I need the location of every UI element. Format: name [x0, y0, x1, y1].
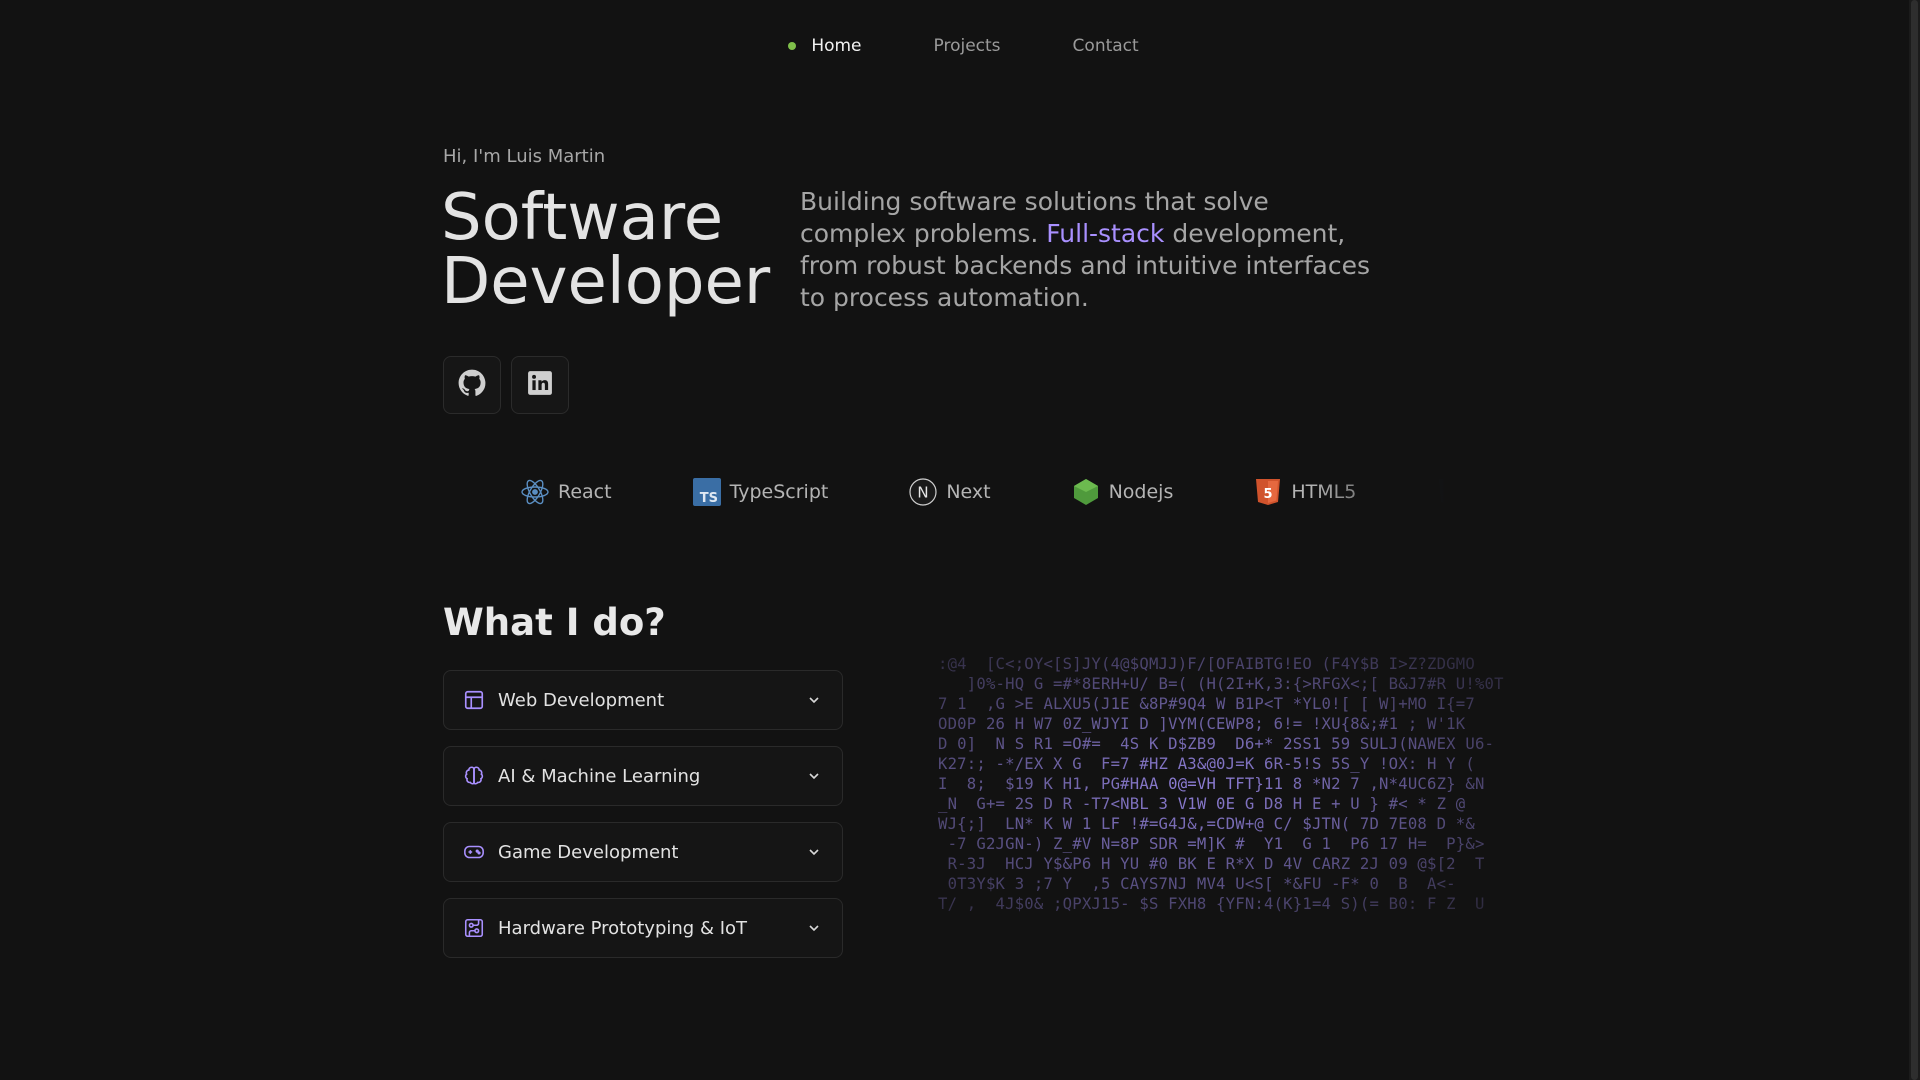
nav-contact-label: Contact: [1072, 36, 1139, 56]
tech-stack-carousel: React TS TypeScript N Next Nodejs 5 HTML…: [520, 472, 1470, 512]
svg-text:5: 5: [1264, 487, 1273, 502]
chevron-down-icon[interactable]: [804, 918, 824, 938]
tech-label: Nodejs: [1108, 481, 1174, 503]
nav-items: Home Projects Contact: [788, 36, 1139, 56]
tech-label: Next: [946, 481, 991, 503]
accordion-item-game-development[interactable]: Game Development: [443, 822, 843, 882]
brain-icon: [462, 764, 486, 788]
accordion-label: AI & Machine Learning: [498, 765, 701, 787]
tech-item-nodejs: Nodejs: [1071, 472, 1174, 512]
title-line-2: Developer: [441, 245, 771, 319]
gamepad-icon: [462, 840, 486, 864]
github-icon: [458, 369, 486, 401]
tech-label: TypeScript: [729, 481, 829, 503]
chevron-down-icon[interactable]: [804, 766, 824, 786]
chevron-down-icon[interactable]: [804, 690, 824, 710]
svg-text:N: N: [918, 484, 929, 502]
nav-home[interactable]: Home: [788, 36, 862, 56]
tech-item-typescript: TS TypeScript: [692, 472, 829, 512]
github-button[interactable]: [443, 356, 501, 414]
nav-contact[interactable]: Contact: [1073, 36, 1139, 56]
accordion-item-ai-ml[interactable]: AI & Machine Learning: [443, 746, 843, 806]
active-indicator-dot: [788, 42, 797, 50]
svg-text:TS: TS: [699, 491, 717, 506]
section-title: What I do?: [443, 601, 666, 644]
accordion-item-hardware-iot[interactable]: Hardware Prototyping & IoT: [443, 898, 843, 958]
circuit-board-icon: [462, 916, 486, 940]
nav-projects[interactable]: Projects: [934, 36, 1001, 56]
accordion-item-web-development[interactable]: Web Development: [443, 670, 843, 730]
scrollbar[interactable]: [1909, 0, 1920, 1080]
greeting: Hi, I'm Luis Martin: [443, 146, 606, 167]
carousel-fade-overlay: [1310, 472, 1470, 512]
nodejs-icon: [1071, 477, 1101, 507]
ascii-animation: :@4 [C<;OY<[S]JY(4@$QMJJ)F/[OFAIBTG!EO (…: [938, 654, 1508, 919]
accordion-label: Game Development: [498, 841, 679, 863]
nav-projects-label: Projects: [933, 36, 1001, 56]
nextjs-icon: N: [908, 477, 938, 507]
tagline-highlight: Full-stack: [1046, 219, 1165, 248]
typescript-icon: TS: [692, 477, 722, 507]
linkedin-button[interactable]: [511, 356, 569, 414]
html5-icon: 5: [1253, 477, 1283, 507]
ascii-text: :@4 [C<;OY<[S]JY(4@$QMJJ)F/[OFAIBTG!EO (…: [938, 655, 1504, 913]
tech-item-next: N Next: [908, 472, 991, 512]
linkedin-icon: [527, 370, 553, 400]
hero-tagline: Building software solutions that solve c…: [800, 186, 1380, 314]
social-links: [443, 356, 569, 414]
accordion-label: Web Development: [498, 689, 665, 711]
tech-item-react: React: [520, 472, 612, 512]
nav-home-label: Home: [811, 36, 862, 56]
accordion-label: Hardware Prototyping & IoT: [498, 917, 748, 939]
scrollbar-thumb[interactable]: [1911, 0, 1918, 1080]
top-nav: Home Projects Contact: [0, 36, 1909, 56]
services-accordion: Web Development AI & Machine Learning Ga…: [443, 670, 843, 974]
layout-icon: [462, 688, 486, 712]
tech-label: React: [558, 481, 612, 503]
title-line-1: Software: [441, 181, 724, 255]
react-icon: [520, 477, 550, 507]
page-title: Software Developer: [441, 186, 770, 314]
chevron-down-icon[interactable]: [804, 842, 824, 862]
